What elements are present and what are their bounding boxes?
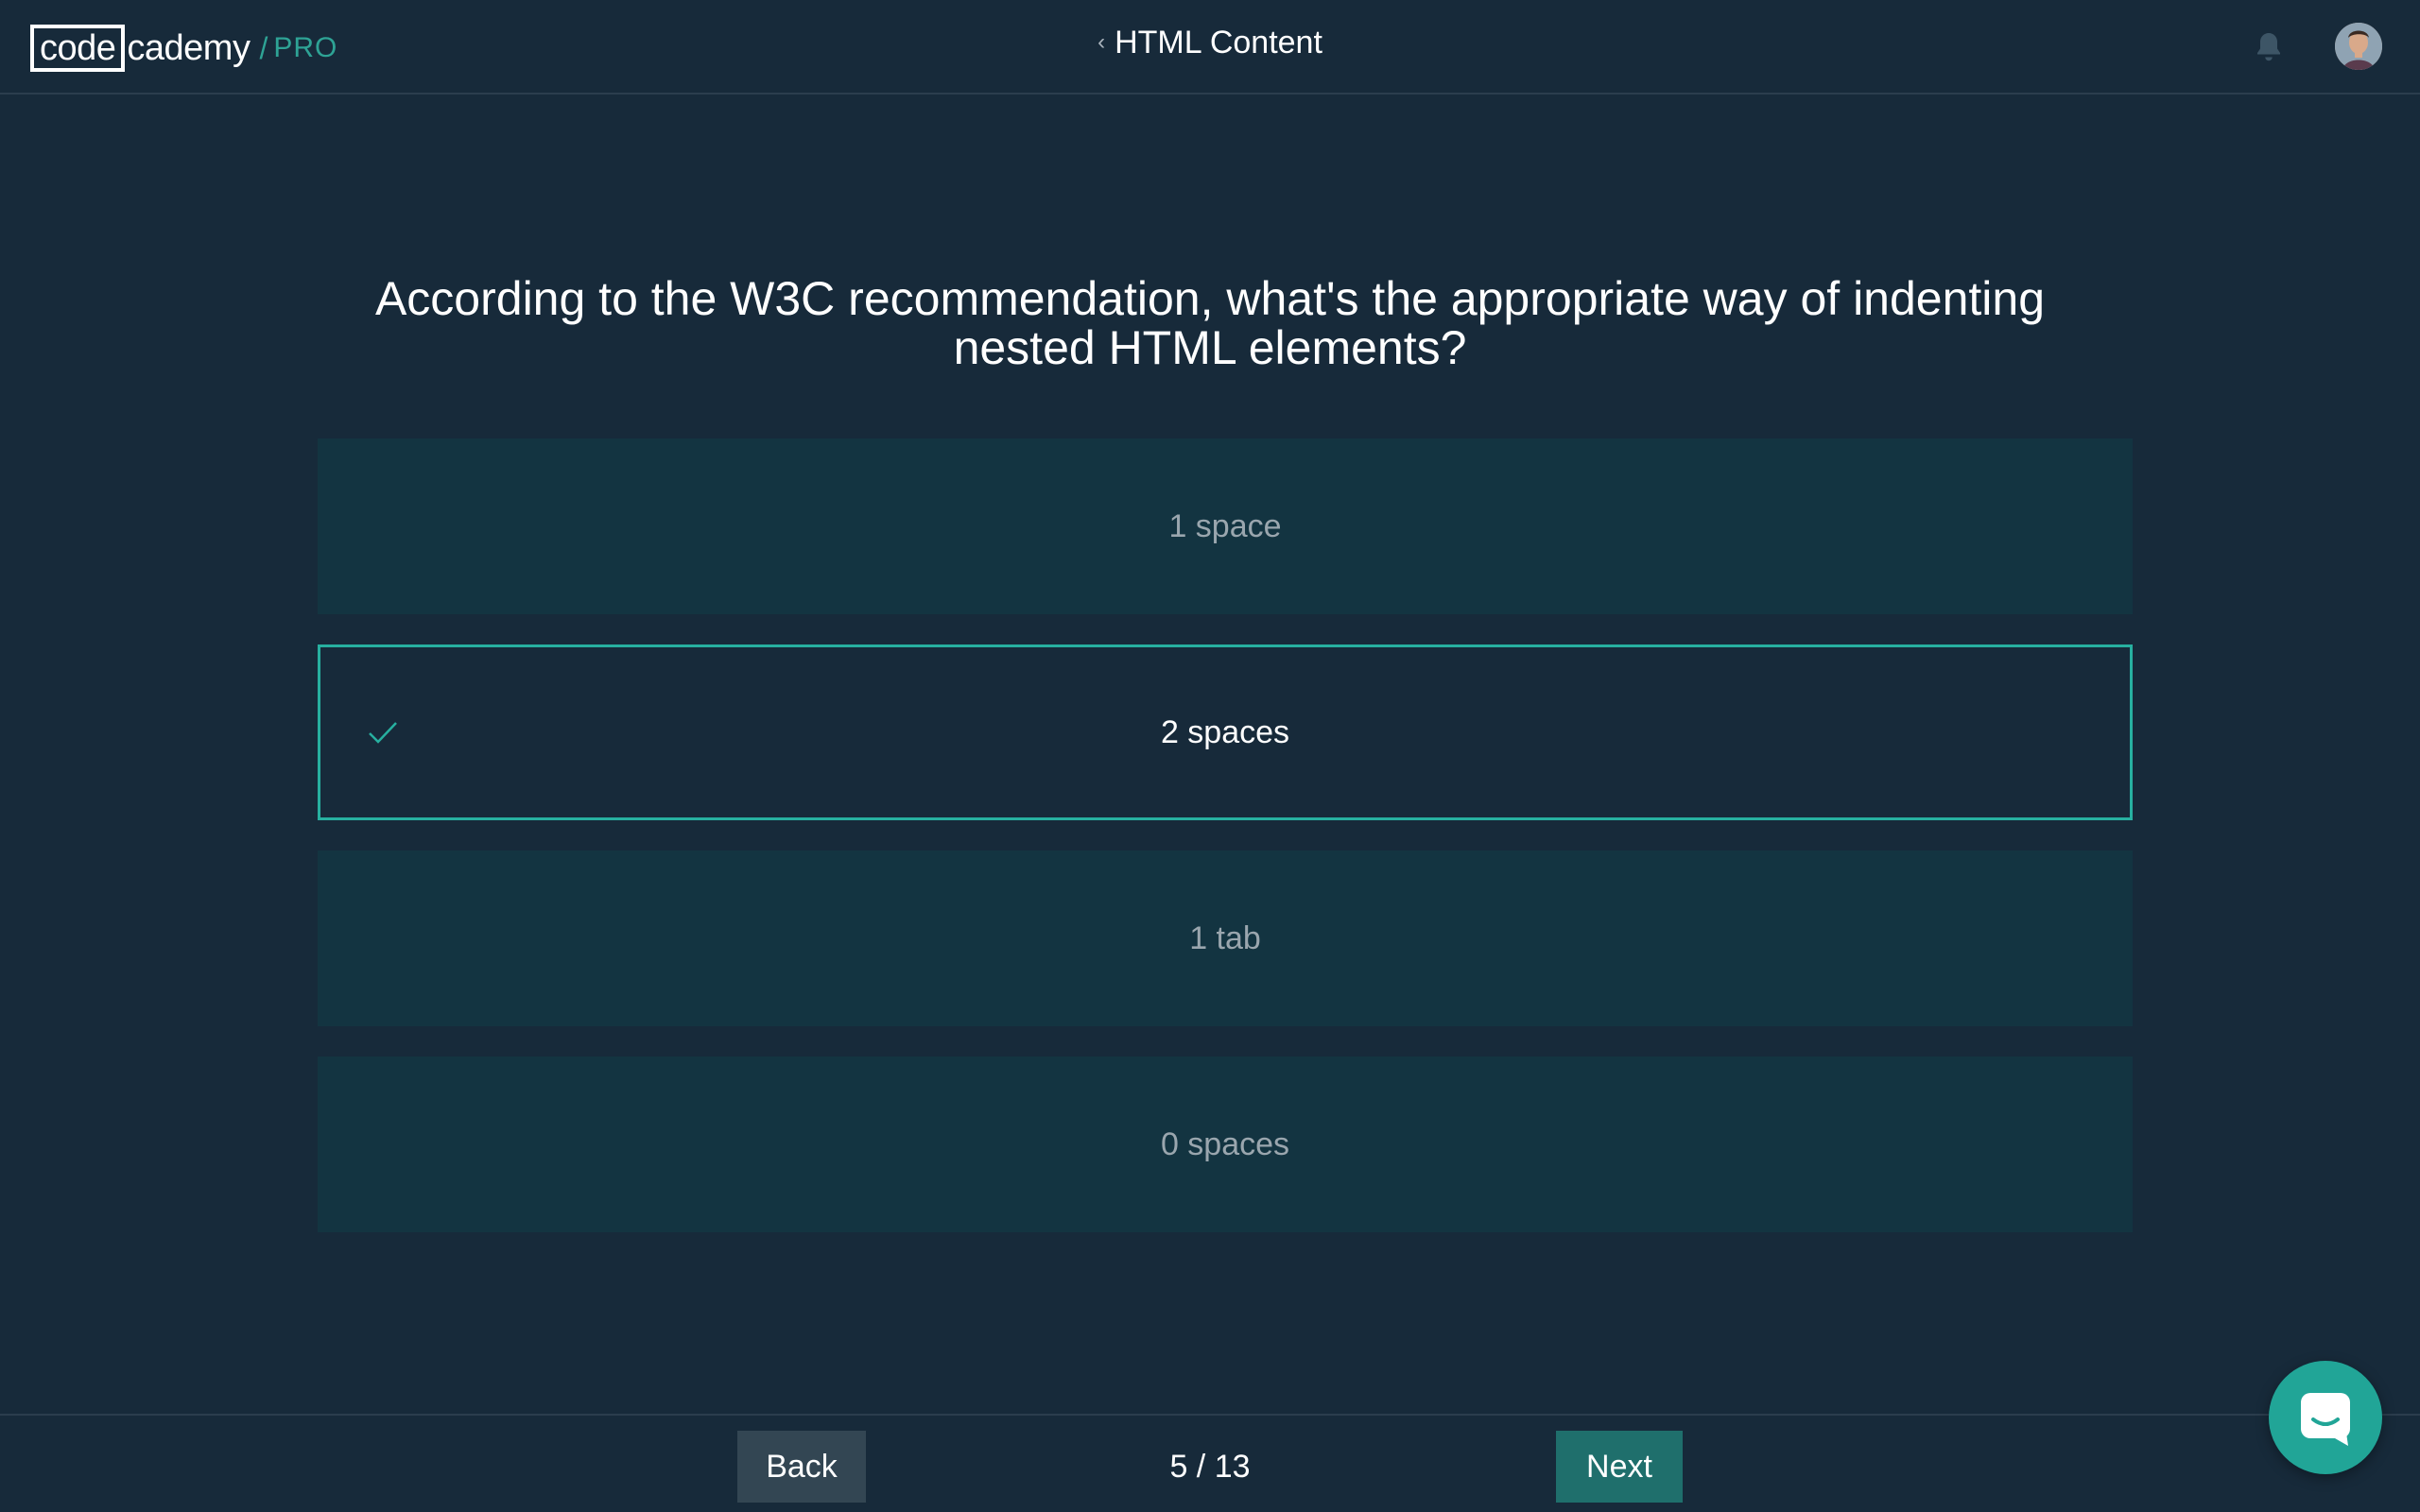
top-navbar: code cademy / PRO ‹ HTML Content <box>0 0 2420 94</box>
answer-option-label: 0 spaces <box>1160 1125 1290 1162</box>
answer-option-label: 1 space <box>1168 507 1282 544</box>
answer-option-2[interactable]: 2 spaces <box>318 644 2133 820</box>
quiz-question: According to the W3C recommendation, wha… <box>374 272 2046 374</box>
answer-option-label: 1 tab <box>1189 919 1261 956</box>
next-button[interactable]: Next <box>1556 1431 1683 1503</box>
chat-icon <box>2301 1393 2350 1446</box>
back-button[interactable]: Back <box>737 1431 866 1503</box>
quiz-page: code cademy / PRO ‹ HTML Content Accordi… <box>0 0 2420 1512</box>
breadcrumb-title: HTML Content <box>1115 25 1322 60</box>
answer-option-1[interactable]: 1 space <box>318 438 2133 614</box>
chat-support-button[interactable] <box>2269 1361 2382 1474</box>
bell-icon[interactable] <box>2252 30 2286 64</box>
avatar[interactable] <box>2335 23 2382 70</box>
answer-option-3[interactable]: 1 tab <box>318 850 2133 1026</box>
answer-option-label: 2 spaces <box>1160 713 1290 750</box>
question-progress: 5 / 13 <box>1169 1449 1251 1485</box>
breadcrumb[interactable]: ‹ HTML Content <box>0 25 2420 61</box>
answer-option-4[interactable]: 0 spaces <box>318 1057 2133 1232</box>
chevron-left-icon: ‹ <box>1098 29 1106 55</box>
checkmark-icon <box>366 715 400 749</box>
answer-options: 1 space 2 spaces 1 tab 0 spaces <box>318 438 2133 1263</box>
quiz-footer: Back 5 / 13 Next <box>0 1414 2420 1512</box>
